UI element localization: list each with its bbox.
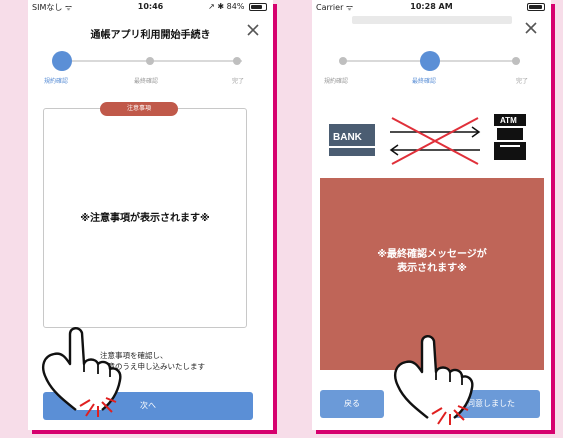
progress-steps: 規約確認 最終確認 完了 xyxy=(28,46,273,86)
status-right xyxy=(525,2,545,11)
phone-screen-terms: SIMなし ᯤ 10:46 ↗ ✱ 84% 通帳アプリ利用開始手続き 規約確認 … xyxy=(28,0,273,430)
step-dot-done xyxy=(512,57,520,65)
step-dot-terms xyxy=(339,57,347,65)
status-indicators: ↗ ✱ 84% xyxy=(208,2,245,11)
close-button[interactable] xyxy=(521,18,541,38)
final-message-line-2: 表示されます※ xyxy=(397,263,467,274)
step-label-terms: 規約確認 xyxy=(44,78,69,85)
status-bar: Carrier ᯤ 10:28 AM xyxy=(312,0,551,14)
step-label-done: 完了 xyxy=(516,78,529,85)
atm-icon: ATM xyxy=(494,114,526,160)
step-dot-final-active xyxy=(420,51,440,71)
step-dot-final xyxy=(146,57,154,65)
bank-atm-graphic: BANK ATM xyxy=(312,110,551,170)
back-button[interactable]: 戻る xyxy=(320,390,384,418)
bank-icon: BANK xyxy=(329,124,375,156)
title-placeholder xyxy=(352,16,512,24)
final-message-line-1: ※最終確認メッセージが xyxy=(377,249,487,260)
page-title: 通帳アプリ利用開始手続き xyxy=(90,30,211,41)
status-right: ↗ ✱ 84% xyxy=(208,2,267,11)
notice-box: ※注意事項が表示されます※ xyxy=(43,108,247,328)
step-dot-done xyxy=(233,57,241,65)
step-label-final: 最終確認 xyxy=(134,78,159,85)
notice-tab: 注意事項 xyxy=(100,102,178,116)
final-message: ※最終確認メッセージが 表示されます※ xyxy=(320,248,544,276)
status-time: 10:28 AM xyxy=(410,2,453,11)
cross-icon xyxy=(391,117,479,165)
transfer-arrows-icon xyxy=(389,117,481,165)
step-label-done: 完了 xyxy=(232,78,245,85)
phone-screen-final-confirm: Carrier ᯤ 10:28 AM 規約確認 最終確認 完了 BANK ATM… xyxy=(312,0,551,430)
step-label-final: 最終確認 xyxy=(412,78,437,85)
step-dot-terms-active xyxy=(52,51,72,71)
tap-hand-icon xyxy=(394,335,474,425)
bank-label: BANK xyxy=(333,132,363,143)
notice-text: ※注意事項が表示されます※ xyxy=(80,213,210,224)
battery-icon xyxy=(527,2,545,11)
progress-steps: 規約確認 最終確認 完了 xyxy=(312,46,551,86)
close-icon xyxy=(525,22,537,34)
title-bar: 通帳アプリ利用開始手続き xyxy=(28,18,273,44)
close-icon xyxy=(247,24,259,36)
close-button[interactable] xyxy=(243,20,263,40)
battery-icon xyxy=(249,2,267,11)
tap-hand-icon xyxy=(42,327,122,417)
step-label-terms: 規約確認 xyxy=(324,78,349,85)
atm-label: ATM xyxy=(500,116,517,125)
status-bar: SIMなし ᯤ 10:46 ↗ ✱ 84% xyxy=(28,0,273,14)
